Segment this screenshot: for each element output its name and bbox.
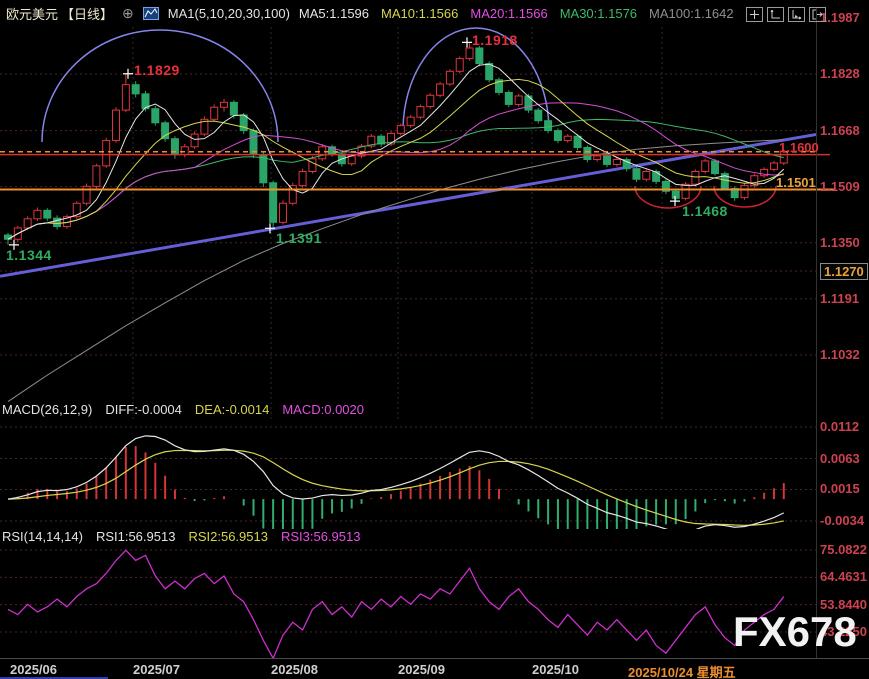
- x-axis-label: 2025/07: [133, 662, 180, 677]
- rsi-title: RSI(14,14,14): [2, 529, 83, 544]
- rsi-axis-label: 64.4631: [820, 569, 867, 584]
- y-axis-scale-icon[interactable]: [767, 7, 784, 22]
- x-axis-scale-icon[interactable]: [788, 7, 805, 22]
- price-axis-separator: [816, 8, 817, 658]
- macd-title: MACD(26,12,9): [2, 402, 92, 417]
- current-date-label: 2025/10/24 星期五: [628, 662, 736, 679]
- watermark: FX678: [733, 608, 857, 656]
- exit-chart-icon[interactable]: [809, 7, 826, 22]
- rsi3-value: RSI3:56.9513: [281, 529, 361, 544]
- price-level-tag: 1.1501: [776, 175, 816, 190]
- price-axis-label: 1.1828: [820, 66, 860, 81]
- macd-axis-label: 0.0015: [820, 481, 860, 496]
- macd-axis-label: -0.0034: [820, 513, 864, 528]
- interval-expand-icon[interactable]: ⊕: [122, 6, 134, 20]
- ma-settings-label: MA1(5,10,20,30,100): [168, 6, 290, 21]
- x-axis-label: 2025/06: [10, 662, 57, 677]
- price-axis-label: 1.1270: [820, 263, 868, 280]
- macd-header: MACD(26,12,9) DIFF:-0.0004 DEA:-0.0014 M…: [2, 402, 364, 417]
- interval-label: 【日线】: [61, 4, 113, 23]
- price-axis-label: 1.1350: [820, 235, 860, 250]
- rsi2-value: RSI2:56.9513: [188, 529, 268, 544]
- x-axis-separator: [0, 658, 869, 659]
- x-axis-label: 2025/10: [532, 662, 579, 677]
- symbol-name: 欧元美元: [6, 4, 58, 23]
- ma-legend-value: MA10:1.1566: [381, 6, 458, 21]
- x-axis-label: 2025/08: [271, 662, 318, 677]
- chart-window: 欧元美元【日线】 ⊕ MA1(5,10,20,30,100) MA5:1.159…: [0, 0, 869, 679]
- price-level-tag: 1.1600: [779, 140, 819, 155]
- rsi1-value: RSI1:56.9513: [96, 529, 176, 544]
- price-annotation: 1.1391: [276, 230, 322, 246]
- macd-value: MACD:0.0020: [282, 402, 364, 417]
- chart-toolbar: [746, 7, 826, 22]
- price-annotation: 1.1344: [6, 247, 52, 263]
- rsi-panel: [0, 550, 816, 658]
- chart-canvas[interactable]: [0, 0, 869, 679]
- ma-legend: MA5:1.1596 MA10:1.1566 MA20:1.1566 MA30:1.1…: [299, 6, 734, 21]
- crosshair-icon[interactable]: [746, 7, 763, 22]
- price-annotation: 1.1468: [682, 203, 728, 219]
- ma-legend-value: MA20:1.1566: [470, 6, 547, 21]
- ma-legend-value: MA100:1.1642: [649, 6, 734, 21]
- macd-diff-value: DIFF:-0.0004: [105, 402, 182, 417]
- macd-axis-label: 0.0112: [820, 419, 859, 434]
- rsi-axis-label: 75.0822: [820, 542, 867, 557]
- price-annotation: 1.1829: [134, 62, 180, 78]
- macd-dea-value: DEA:-0.0014: [195, 402, 269, 417]
- rsi-header: RSI(14,14,14) RSI1:56.9513 RSI2:56.9513 …: [2, 529, 360, 544]
- macd-axis-label: 0.0063: [820, 451, 860, 466]
- chart-header: 欧元美元【日线】 ⊕ MA1(5,10,20,30,100) MA5:1.159…: [0, 0, 734, 26]
- price-axis-label: 1.1032: [820, 347, 860, 362]
- ma-legend-value: MA5:1.1596: [299, 6, 369, 21]
- x-axis-label: 2025/09: [398, 662, 445, 677]
- price-axis-label: 1.1509: [820, 179, 860, 194]
- price-axis-label: 1.1191: [820, 291, 859, 306]
- chart-thumbnail-icon[interactable]: [143, 7, 159, 20]
- price-annotation: 1.1918: [472, 32, 518, 48]
- ma-legend-value: MA30:1.1576: [560, 6, 637, 21]
- price-axis-label: 1.1668: [820, 123, 860, 138]
